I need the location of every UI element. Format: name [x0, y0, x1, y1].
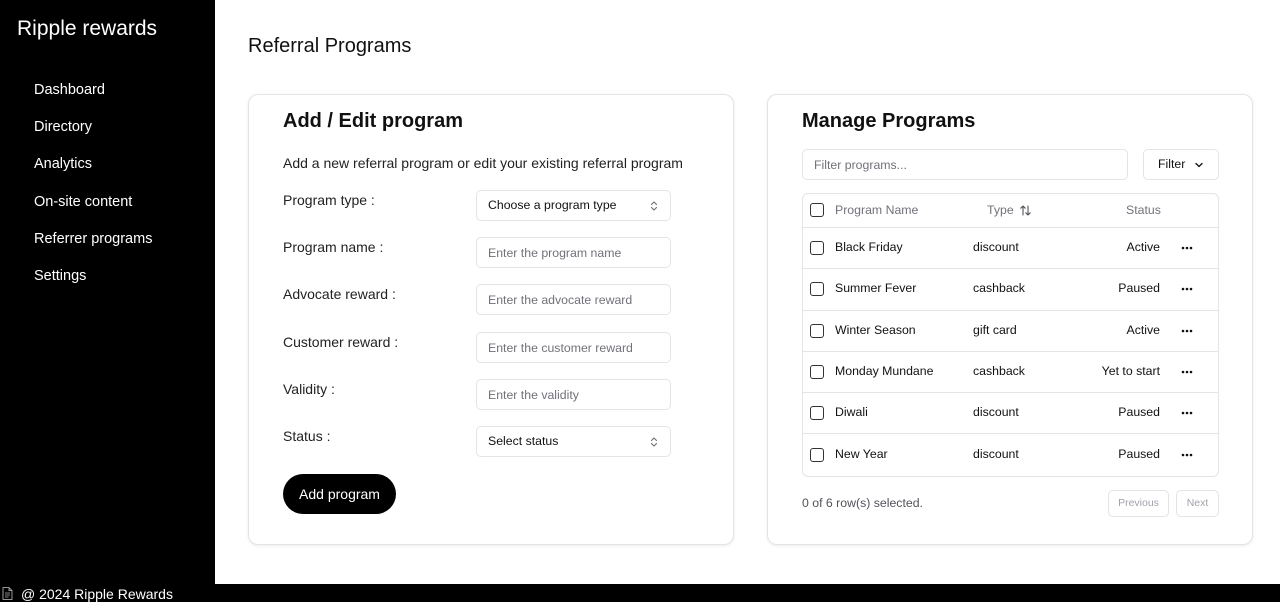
program-status-cell: Paused [1118, 281, 1160, 296]
footer: @ 2024 Ripple Rewards [0, 584, 1280, 602]
programs-table: Program Name Type Status Black Friday di… [802, 193, 1219, 477]
chevron-down-icon [1195, 162, 1203, 168]
program-type-cell: discount [973, 446, 1019, 461]
footer-copyright: @ 2024 Ripple Rewards [21, 586, 173, 602]
selection-count: 0 of 6 row(s) selected. [802, 496, 923, 510]
more-horizontal-icon[interactable] [1180, 365, 1194, 379]
program-name-cell: Black Friday [835, 240, 903, 254]
next-page-button[interactable]: Next [1176, 490, 1219, 517]
program-type-cell: gift card [973, 322, 1017, 337]
sidebar-item-settings[interactable]: Settings [34, 268, 152, 305]
table-row: New Year discount Paused [803, 435, 1218, 476]
filter-button-label: Filter [1158, 157, 1186, 171]
advocate-reward-label: Advocate reward : [283, 286, 396, 302]
program-type-cell: cashback [973, 281, 1025, 296]
manage-programs-title: Manage Programs [802, 110, 976, 132]
add-edit-title: Add / Edit program [283, 110, 463, 132]
program-status-cell: Paused [1118, 446, 1160, 461]
sidebar-nav: Dashboard Directory Analytics On-site co… [34, 82, 152, 305]
sidebar: Ripple rewards Dashboard Directory Analy… [0, 0, 215, 584]
document-icon [2, 587, 13, 600]
table-header: Program Name Type Status [803, 194, 1218, 228]
column-header-type[interactable]: Type [987, 203, 1014, 217]
more-horizontal-icon[interactable] [1180, 282, 1194, 296]
table-row: Summer Fever cashback Paused [803, 269, 1218, 311]
row-checkbox[interactable] [810, 406, 824, 421]
program-name-cell: Winter Season [835, 322, 916, 337]
sidebar-item-directory[interactable]: Directory [34, 119, 152, 156]
validity-input[interactable] [476, 379, 671, 410]
table-row: Winter Season gift card Active [803, 311, 1218, 352]
program-type-value: Choose a program type [488, 198, 617, 212]
chevron-up-down-icon [650, 201, 658, 211]
program-name-cell: Summer Fever [835, 281, 917, 296]
validity-label: Validity : [283, 381, 335, 397]
select-all-checkbox[interactable] [810, 203, 824, 217]
program-name-label: Program name : [283, 239, 384, 255]
sidebar-item-dashboard[interactable]: Dashboard [34, 82, 152, 119]
table-row: Monday Mundane cashback Yet to start [803, 352, 1218, 394]
column-header-program-name: Program Name [835, 203, 919, 217]
program-type-select[interactable]: Choose a program type [476, 190, 671, 221]
customer-reward-label: Customer reward : [283, 334, 399, 350]
program-name-row: Program name : [283, 237, 671, 268]
program-type-label: Program type : [283, 192, 375, 208]
program-status-cell: Yet to start [1101, 363, 1160, 378]
program-status-cell: Active [1126, 240, 1161, 254]
more-horizontal-icon[interactable] [1180, 406, 1194, 420]
table-row: Diwali discount Paused [803, 393, 1218, 435]
row-checkbox[interactable] [810, 447, 824, 462]
program-type-cell: discount [973, 405, 1019, 420]
program-name-cell: New Year [835, 446, 888, 461]
sidebar-item-analytics[interactable]: Analytics [34, 156, 152, 193]
more-horizontal-icon[interactable] [1180, 241, 1194, 255]
table-row: Black Friday discount Active [803, 228, 1218, 270]
program-type-row: Program type : Choose a program type [283, 190, 671, 221]
status-select[interactable]: Select status [476, 426, 671, 457]
filter-button[interactable]: Filter [1143, 149, 1219, 180]
chevron-up-down-icon [650, 437, 658, 447]
program-name-cell: Diwali [835, 405, 868, 420]
status-row: Status : Select status [283, 426, 671, 457]
advocate-reward-input[interactable] [476, 284, 671, 315]
advocate-reward-row: Advocate reward : [283, 284, 671, 315]
sidebar-item-on-site-content[interactable]: On-site content [34, 194, 152, 231]
row-checkbox[interactable] [810, 364, 824, 379]
row-checkbox[interactable] [810, 282, 824, 297]
program-name-input[interactable] [476, 237, 671, 268]
sort-arrows-icon[interactable] [1019, 204, 1032, 217]
validity-row: Validity : [283, 379, 671, 410]
more-horizontal-icon[interactable] [1180, 324, 1194, 338]
more-horizontal-icon[interactable] [1180, 448, 1194, 462]
manage-programs-card: Manage Programs Filter Program Name Type… [767, 94, 1253, 545]
add-edit-program-card: Add / Edit program Add a new referral pr… [248, 94, 734, 545]
customer-reward-input[interactable] [476, 332, 671, 363]
program-type-cell: discount [973, 240, 1019, 254]
row-checkbox[interactable] [810, 323, 824, 338]
row-checkbox[interactable] [810, 241, 824, 255]
status-label: Status : [283, 428, 331, 444]
column-header-status: Status [1126, 203, 1161, 217]
filter-programs-input[interactable] [802, 149, 1128, 180]
sidebar-item-referrer-programs[interactable]: Referrer programs [34, 231, 152, 268]
customer-reward-row: Customer reward : [283, 332, 671, 363]
brand-title: Ripple rewards [17, 17, 158, 40]
program-name-cell: Monday Mundane [835, 363, 934, 378]
program-status-cell: Paused [1118, 405, 1160, 420]
program-type-cell: cashback [973, 363, 1025, 378]
program-status-cell: Active [1126, 322, 1161, 337]
add-edit-subtitle: Add a new referral program or edit your … [283, 155, 683, 171]
previous-page-button[interactable]: Previous [1108, 490, 1169, 517]
page-title: Referral Programs [248, 35, 412, 57]
status-value: Select status [488, 434, 559, 448]
add-program-button[interactable]: Add program [283, 474, 396, 514]
